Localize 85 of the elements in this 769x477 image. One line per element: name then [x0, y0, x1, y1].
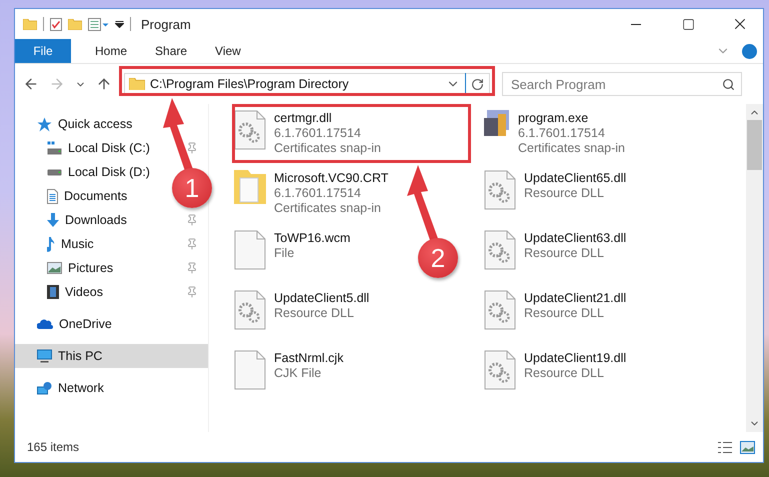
item-count: 165 items [27, 440, 80, 454]
sidebar-item[interactable]: Network [15, 376, 110, 400]
folder-icon [129, 78, 145, 90]
folder-icon [23, 18, 37, 30]
file-detail: File [274, 246, 296, 261]
sidebar-item[interactable]: Music [15, 232, 100, 256]
address-bar[interactable]: C:\Program Files\Program Directory [124, 73, 490, 95]
film-icon [47, 285, 59, 299]
file-detail: Resource DLL [274, 306, 355, 321]
sidebar-item[interactable]: OneDrive [15, 312, 118, 336]
file-detail: Certificates snap-in [274, 141, 381, 156]
file-name[interactable]: UpdateClient19.dll [524, 351, 626, 366]
sidebar-item[interactable]: Local Disk (C:) [15, 136, 156, 160]
file-detail: Resource DLL [524, 246, 605, 261]
file-detail: CJK File [274, 366, 322, 381]
music-note-icon [47, 236, 55, 252]
refresh-icon [471, 78, 484, 90]
sidebar-item[interactable]: This PC [15, 344, 208, 368]
ribbon-tab[interactable]: Home [81, 39, 142, 63]
sidebar-item[interactable]: Pictures [15, 256, 120, 280]
new-folder-icon [68, 18, 82, 30]
file-name[interactable]: program.exe [518, 111, 625, 126]
file-detail: 6.1.7601.17514 [274, 186, 362, 201]
large-icons-view-icon[interactable] [740, 440, 755, 454]
pin-icon[interactable] [186, 286, 198, 298]
cloud-icon [37, 319, 53, 329]
search-icon[interactable] [722, 78, 735, 91]
file-detail: Resource DLL [524, 366, 605, 381]
monitor-icon [37, 349, 52, 363]
file-detail: Resource DLL [524, 306, 605, 321]
gear-file-icon [234, 110, 266, 150]
dropdown-icon[interactable] [115, 20, 124, 28]
list-icon[interactable] [88, 18, 109, 30]
file-detail: 6.1.7601.17514 [518, 126, 606, 141]
file-name[interactable]: UpdateClient5.dll [274, 291, 370, 306]
address-path: C:\Program Files\Program Directory [150, 77, 350, 91]
scrollbar[interactable] [746, 104, 763, 432]
pin-icon[interactable] [186, 142, 198, 154]
ribbon-tab[interactable]: File [15, 39, 71, 63]
folder-icon [234, 170, 266, 204]
back-button[interactable] [23, 76, 39, 92]
ribbon-tab[interactable]: View [201, 39, 255, 63]
file-detail: Certificates snap-in [518, 141, 625, 156]
file-detail: Certificates snap-in [274, 201, 382, 216]
file-icon [234, 230, 266, 270]
star-icon [37, 116, 52, 132]
pin-icon[interactable] [186, 238, 198, 250]
sidebar-item[interactable]: Documents [15, 184, 134, 208]
download-icon [47, 213, 59, 227]
up-button[interactable] [96, 76, 112, 92]
file-name[interactable]: UpdateClient63.dll [524, 231, 626, 246]
drive-icon [47, 168, 62, 176]
sidebar-item[interactable]: Downloads [15, 208, 133, 232]
help-icon[interactable] [742, 44, 757, 58]
file-name[interactable]: UpdateClient65.dll [524, 171, 626, 186]
search-field[interactable]: Search Program [502, 72, 742, 96]
properties-icon[interactable] [50, 18, 62, 30]
file-name[interactable]: Microsoft.VC90.CRT [274, 171, 388, 186]
network-icon [37, 382, 52, 394]
maximize-icon [682, 18, 694, 30]
application-icon [484, 110, 510, 138]
pin-icon[interactable] [186, 262, 198, 274]
details-view-icon[interactable] [718, 442, 732, 452]
sidebar-item[interactable]: Local Disk (D:) [15, 160, 156, 184]
sidebar-item[interactable]: Quick access [15, 112, 138, 136]
document-icon [47, 188, 58, 204]
sidebar-item[interactable]: Videos [15, 280, 109, 304]
file-name[interactable]: ToWP16.wcm [274, 231, 350, 246]
gear-file-icon [234, 290, 266, 330]
gear-file-icon [484, 230, 516, 270]
drive-icon [47, 141, 62, 155]
gear-file-icon [484, 290, 516, 330]
file-icon [234, 350, 266, 390]
pin-icon[interactable] [186, 214, 198, 226]
file-name[interactable]: FastNrml.cjk [274, 351, 344, 366]
file-detail: 6.1.7601.17514 [274, 126, 362, 141]
picture-icon [47, 262, 62, 274]
ribbon-tab[interactable]: Share [141, 39, 202, 63]
gear-file-icon [484, 170, 516, 210]
gear-file-icon [484, 350, 516, 390]
window-title: Program [141, 16, 192, 32]
scroll-thumb[interactable] [747, 120, 762, 170]
file-name[interactable]: certmgr.dll [274, 111, 381, 126]
file-detail: Resource DLL [524, 186, 605, 201]
file-name[interactable]: UpdateClient21.dll [524, 291, 626, 306]
